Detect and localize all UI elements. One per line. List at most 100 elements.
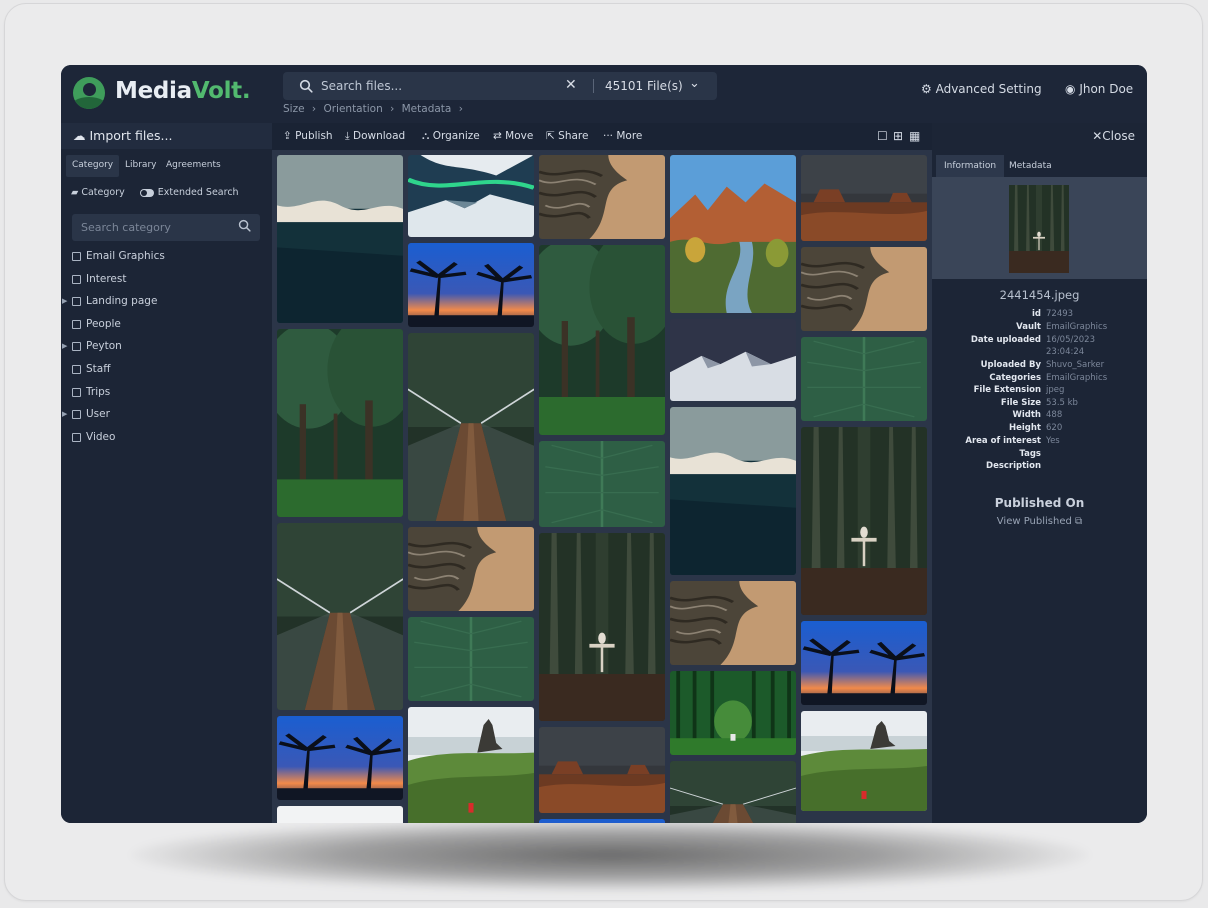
- category-checkbox[interactable]: [72, 297, 81, 307]
- category-item[interactable]: People: [61, 316, 272, 334]
- category-checkbox[interactable]: [72, 432, 81, 442]
- breadcrumb-orientation[interactable]: Orientation ›: [323, 103, 394, 115]
- image-thumbnail[interactable]: [408, 527, 534, 611]
- category-search-input[interactable]: [81, 219, 231, 236]
- share-button[interactable]: ⇱ Share: [546, 130, 588, 142]
- image-thumbnail[interactable]: [277, 523, 403, 710]
- tab-category[interactable]: Category: [66, 155, 120, 177]
- category-item[interactable]: Staff: [61, 361, 272, 379]
- view-large-icon[interactable]: ☐: [877, 129, 888, 143]
- search-icon[interactable]: [238, 219, 251, 232]
- chevron-right-icon[interactable]: ▶: [62, 410, 67, 418]
- image-thumbnail[interactable]: [539, 155, 665, 239]
- image-grid: [272, 150, 932, 823]
- category-label: Trips: [86, 385, 111, 398]
- chevron-right-icon[interactable]: ▶: [62, 297, 67, 305]
- preview-thumbnail[interactable]: [1009, 185, 1069, 273]
- chevron-right-icon[interactable]: ▶: [62, 342, 67, 350]
- category-item[interactable]: Email Graphics: [61, 248, 272, 266]
- image-thumbnail[interactable]: [670, 407, 796, 575]
- forest-person-image: [801, 427, 927, 615]
- image-thumbnail[interactable]: [670, 671, 796, 755]
- search-icon: [299, 79, 313, 93]
- download-button[interactable]: ⤓ Download: [345, 130, 405, 143]
- clear-search-icon[interactable]: ✕: [565, 77, 577, 93]
- category-checkbox[interactable]: [72, 387, 81, 397]
- category-item[interactable]: Video: [61, 429, 272, 447]
- image-thumbnail[interactable]: [670, 581, 796, 665]
- image-thumbnail[interactable]: [539, 441, 665, 527]
- image-thumbnail[interactable]: [801, 621, 927, 705]
- image-thumbnail[interactable]: [408, 155, 534, 237]
- published-on-heading: Published On: [994, 496, 1085, 510]
- import-files-button[interactable]: ☁ Import files...: [61, 123, 272, 149]
- category-item[interactable]: Interest: [61, 271, 272, 289]
- category-checkbox[interactable]: [72, 410, 81, 420]
- rope-bridge-image: [408, 333, 534, 521]
- image-thumbnail[interactable]: [801, 427, 927, 615]
- image-thumbnail[interactable]: [801, 247, 927, 331]
- metadata-value: 488: [1046, 410, 1063, 420]
- category-item[interactable]: ▶ Landing page: [61, 293, 272, 311]
- category-checkbox[interactable]: [72, 342, 81, 352]
- image-thumbnail[interactable]: [801, 337, 927, 421]
- image-thumbnail[interactable]: [539, 727, 665, 813]
- desert-rock-image: [801, 247, 927, 331]
- image-thumbnail[interactable]: [670, 155, 796, 313]
- breadcrumb-metadata[interactable]: Metadata ›: [402, 103, 463, 115]
- metadata-key: File Extension: [973, 385, 1041, 395]
- category-checkbox[interactable]: [72, 252, 81, 261]
- desert-rock-image: [408, 527, 534, 611]
- image-thumbnail[interactable]: [801, 155, 927, 241]
- zion-river-image: [670, 155, 796, 313]
- category-checkbox[interactable]: [72, 365, 81, 374]
- image-thumbnail[interactable]: [408, 617, 534, 701]
- category-checkbox[interactable]: [72, 274, 81, 284]
- image-thumbnail[interactable]: [670, 761, 796, 823]
- view-small-icon[interactable]: ▦: [909, 129, 920, 143]
- close-icon: ✕: [1092, 129, 1103, 143]
- green-forest-image: [670, 671, 796, 755]
- image-thumbnail[interactable]: [670, 319, 796, 401]
- advanced-setting-button[interactable]: ⚙ Advanced Setting: [921, 82, 1042, 96]
- metadata-value: 72493: [1046, 309, 1074, 319]
- category-checkbox[interactable]: [72, 319, 81, 329]
- more-icon: ···: [603, 130, 614, 142]
- top-bar: MediaVolt. ✕ 45101 File(s) ⌄ Size › Orie…: [61, 65, 1147, 123]
- category-toggle[interactable]: ▰ Category: [71, 187, 125, 198]
- metadata-key: Area of interest: [965, 436, 1041, 446]
- tab-metadata[interactable]: Metadata: [1001, 155, 1060, 177]
- organize-button[interactable]: ⛬ Organize: [422, 130, 480, 143]
- category-item[interactable]: Trips: [61, 384, 272, 402]
- preview-area: [932, 177, 1147, 279]
- view-published-link[interactable]: View Published ⧉: [932, 516, 1147, 527]
- publish-button[interactable]: ⇪ Publish: [283, 130, 333, 142]
- image-thumbnail[interactable]: [408, 707, 534, 823]
- image-thumbnail[interactable]: [277, 155, 403, 323]
- category-item[interactable]: ▶ Peyton: [61, 338, 272, 356]
- image-thumbnail[interactable]: [539, 245, 665, 435]
- image-thumbnail[interactable]: [277, 806, 403, 823]
- palm-sunset-image: [277, 716, 403, 800]
- tab-library[interactable]: Library: [119, 155, 162, 177]
- tree-park-image: [277, 329, 403, 517]
- image-thumbnail[interactable]: [408, 333, 534, 521]
- image-thumbnail[interactable]: [277, 329, 403, 517]
- image-thumbnail[interactable]: [277, 716, 403, 800]
- extended-search-toggle[interactable]: Extended Search: [139, 187, 239, 198]
- category-item[interactable]: ▶ User: [61, 406, 272, 424]
- chevron-down-icon[interactable]: ⌄: [689, 76, 700, 91]
- image-thumbnail[interactable]: [408, 243, 534, 327]
- tab-information[interactable]: Information: [936, 155, 1005, 177]
- tab-agreements[interactable]: Agreements: [160, 155, 227, 177]
- move-button[interactable]: ⇄ Move: [493, 130, 533, 142]
- view-medium-icon[interactable]: ⊞: [893, 129, 903, 143]
- user-menu[interactable]: ◉ Jhon Doe: [1065, 82, 1133, 96]
- image-thumbnail[interactable]: [539, 819, 665, 823]
- breadcrumb-size[interactable]: Size ›: [283, 103, 316, 115]
- more-button[interactable]: ··· More: [603, 130, 642, 142]
- image-thumbnail[interactable]: [801, 711, 927, 811]
- close-button[interactable]: ✕Close: [1092, 129, 1135, 143]
- image-thumbnail[interactable]: [539, 533, 665, 721]
- search-input[interactable]: [321, 76, 551, 96]
